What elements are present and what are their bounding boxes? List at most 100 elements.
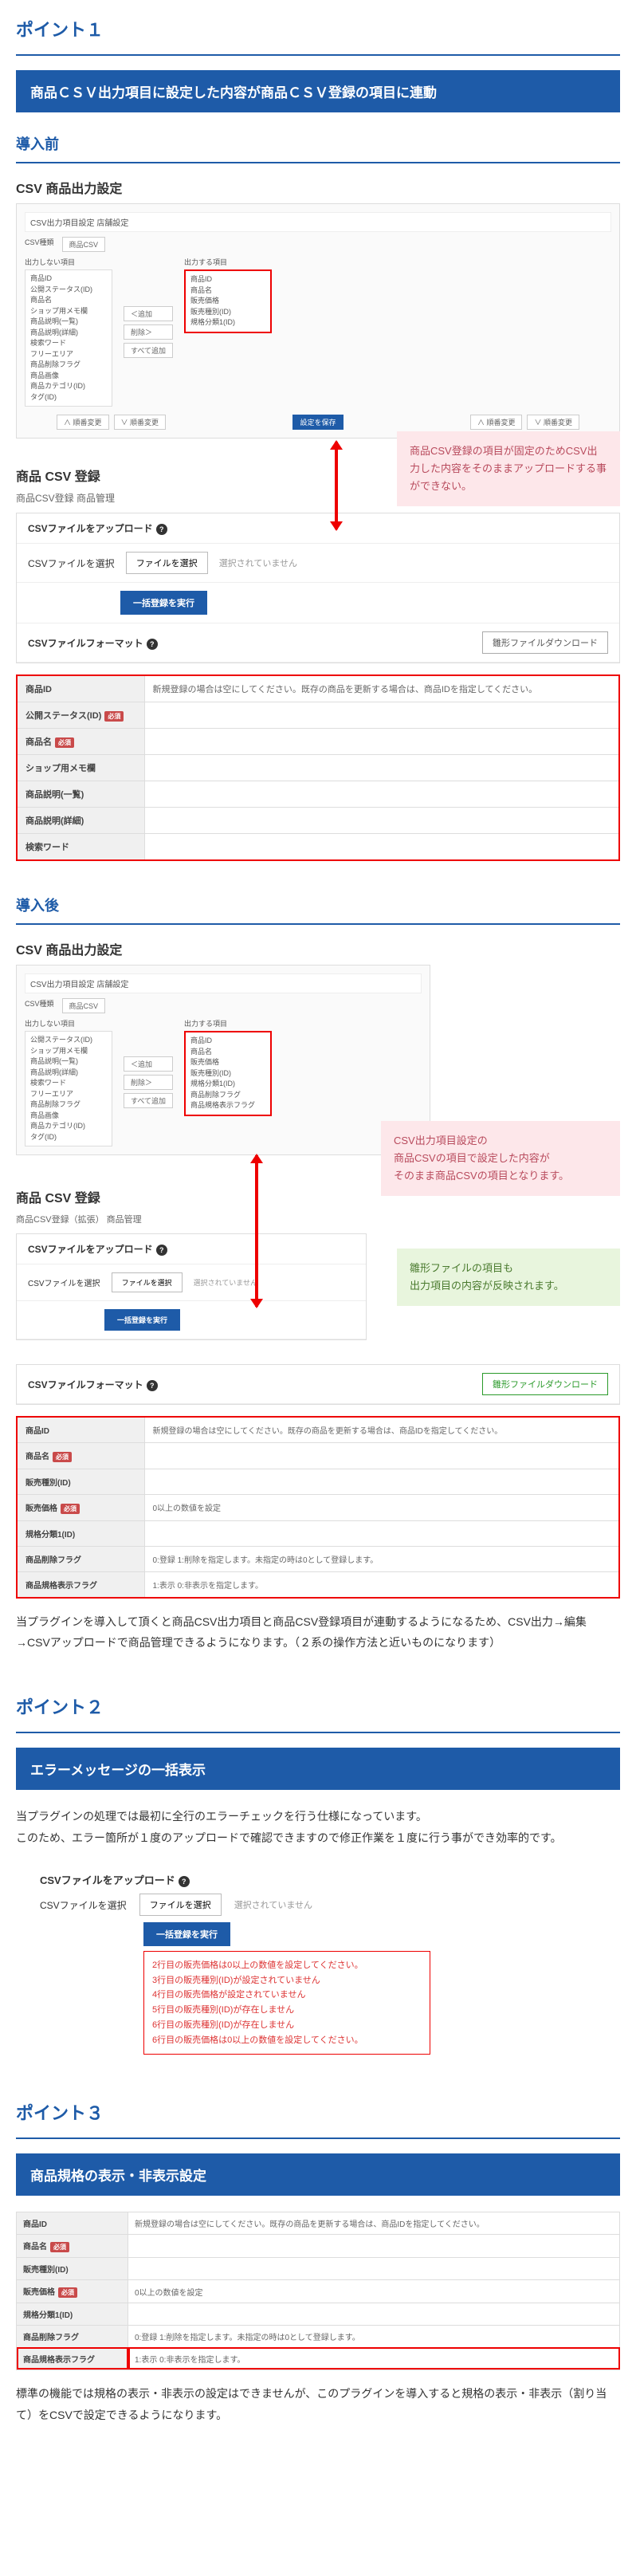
not-output-label: 出力しない項目 xyxy=(25,1018,112,1028)
delete-button[interactable]: 削除＞ xyxy=(124,324,173,340)
row-value: 新規登録の場合は空にしてください。既存の商品を更新する場合は、商品IDを指定して… xyxy=(144,1417,619,1443)
order-up-button[interactable]: ∧ 順番変更 xyxy=(470,415,523,430)
format-panel: CSVファイルフォーマット? 雛形ファイルダウンロード xyxy=(16,1364,620,1405)
add-button[interactable]: ＜追加 xyxy=(124,1056,173,1072)
help-icon[interactable]: ? xyxy=(147,1380,158,1391)
file-select-button[interactable]: ファイルを選択 xyxy=(112,1272,183,1292)
spec-table: 商品ID新規登録の場合は空にしてください。既存の商品を更新する場合は、商品IDを… xyxy=(16,2212,620,2370)
order-down-button[interactable]: ∨ 順番変更 xyxy=(114,415,167,430)
list-item[interactable]: 公開ステータス(ID) xyxy=(30,285,107,296)
list-item[interactable]: 商品ID xyxy=(190,274,265,285)
save-button[interactable]: 設定を保存 xyxy=(292,415,343,430)
row-header: 商品削除フラグ xyxy=(17,2325,128,2347)
list-item[interactable]: フリーエリア xyxy=(30,1089,107,1100)
table-row: 商品ID新規登録の場合は空にしてください。既存の商品を更新する場合は、商品IDを… xyxy=(17,1417,619,1443)
template-download-button[interactable]: 雛形ファイルダウンロード xyxy=(482,631,608,654)
list-item[interactable]: ショップ用メモ欄 xyxy=(30,306,107,317)
upload-label: CSVファイルをアップロード? xyxy=(16,1872,620,1887)
list-item[interactable]: 商品名 xyxy=(190,1047,265,1058)
row-value xyxy=(128,2235,620,2258)
list-item[interactable]: 公開ステータス(ID) xyxy=(30,1035,107,1046)
help-icon[interactable]: ? xyxy=(179,1876,190,1887)
file-select-label: CSVファイルを選択 xyxy=(28,556,115,570)
csv-output-panel: CSV出力項目設定 店舗設定 CSV種類 商品CSV 出力しない項目 公開ステー… xyxy=(16,965,430,1155)
list-item[interactable]: タグ(ID) xyxy=(30,1132,107,1143)
table-row: 商品名必須 xyxy=(17,2235,620,2258)
list-item[interactable]: 商品画像 xyxy=(30,1111,107,1122)
list-item[interactable]: 販売価格 xyxy=(190,296,265,307)
list-item[interactable]: 商品名 xyxy=(190,285,265,297)
list-item[interactable]: ショップ用メモ欄 xyxy=(30,1046,107,1057)
row-header: 販売種別(ID) xyxy=(17,1469,144,1494)
bulk-register-button[interactable]: 一括登録を実行 xyxy=(104,1309,180,1331)
csv-output-title: CSV 商品出力設定 xyxy=(16,939,620,958)
list-item[interactable]: 検索ワード xyxy=(30,338,107,349)
list-item[interactable]: 商品削除フラグ xyxy=(190,1090,265,1101)
list-item[interactable]: フリーエリア xyxy=(30,349,107,360)
row-header: 公開ステータス(ID)必須 xyxy=(17,702,144,729)
csv-kind-select[interactable]: 商品CSV xyxy=(62,237,106,252)
all-button[interactable]: すべて追加 xyxy=(124,343,173,358)
list-item[interactable]: 商品説明(一覧) xyxy=(30,317,107,328)
file-select-label: CSVファイルを選択 xyxy=(28,1276,100,1288)
order-up-button[interactable]: ∧ 順番変更 xyxy=(57,415,109,430)
help-icon[interactable]: ? xyxy=(147,639,158,650)
list-item[interactable]: 販売種別(ID) xyxy=(190,307,265,318)
table-row: 販売価格必須0以上の数値を設定 xyxy=(17,1494,619,1520)
table-row: 商品規格表示フラグ1:表示 0:非表示を指定します。 xyxy=(17,2347,620,2370)
list-item[interactable]: 商品規格表示フラグ xyxy=(190,1100,265,1111)
output-list[interactable]: 商品ID商品名販売価格販売種別(ID)規格分類1(ID) xyxy=(184,269,272,333)
list-item[interactable]: 規格分類1(ID) xyxy=(190,317,265,328)
all-button[interactable]: すべて追加 xyxy=(124,1093,173,1108)
row-value xyxy=(144,1443,619,1469)
row-header: 販売種別(ID) xyxy=(17,2258,128,2280)
row-header: 商品規格表示フラグ xyxy=(17,2347,128,2370)
row-header: 規格分類1(ID) xyxy=(17,1520,144,1546)
list-item[interactable]: 商品名 xyxy=(30,295,107,306)
list-item[interactable]: 商品削除フラグ xyxy=(30,360,107,371)
output-list[interactable]: 商品ID商品名販売価格販売種別(ID)規格分類1(ID)商品削除フラグ商品規格表… xyxy=(184,1031,272,1116)
list-item[interactable]: 商品画像 xyxy=(30,371,107,382)
before-heading: 導入前 xyxy=(16,128,620,163)
table-row: 商品説明(詳細) xyxy=(17,808,619,834)
list-item[interactable]: 販売価格 xyxy=(190,1057,265,1068)
list-item[interactable]: 商品削除フラグ xyxy=(30,1099,107,1111)
list-item[interactable]: 商品ID xyxy=(190,1036,265,1047)
file-status: 選択されていません xyxy=(194,1277,257,1288)
point1-body: 当プラグインを導入して頂くと商品CSV出力項目と商品CSV登録項目が連動するよう… xyxy=(16,1611,620,1654)
row-value xyxy=(144,702,619,729)
list-item[interactable]: 商品ID xyxy=(30,273,107,285)
list-item[interactable]: 商品カテゴリ(ID) xyxy=(30,381,107,392)
csv-kind-select[interactable]: 商品CSV xyxy=(62,998,106,1013)
add-button[interactable]: ＜追加 xyxy=(124,306,173,321)
format-table: 商品ID新規登録の場合は空にしてください。既存の商品を更新する場合は、商品IDを… xyxy=(16,674,620,861)
file-select-button[interactable]: ファイルを選択 xyxy=(139,1894,222,1916)
list-item[interactable]: 検索ワード xyxy=(30,1078,107,1089)
bulk-register-button[interactable]: 一括登録を実行 xyxy=(120,591,207,615)
before-bubble: 商品CSV登録の項目が固定のためCSV出力した内容をそのままアップロードする事が… xyxy=(397,431,620,506)
list-item[interactable]: 商品説明(詳細) xyxy=(30,1068,107,1079)
row-value xyxy=(144,755,619,781)
csv-register-panel: CSVファイルをアップロード? CSVファイルを選択 ファイルを選択 選択されて… xyxy=(16,513,620,663)
order-down-button[interactable]: ∨ 順番変更 xyxy=(527,415,579,430)
error-line: 6行目の販売種別(ID)が存在しません xyxy=(152,2018,422,2033)
row-value: 0:登録 1:削除を指定します。未指定の時は0として登録します。 xyxy=(128,2325,620,2347)
help-icon[interactable]: ? xyxy=(156,524,167,535)
not-output-list[interactable]: 商品ID公開ステータス(ID)商品名ショップ用メモ欄商品説明(一覧)商品説明(詳… xyxy=(25,269,112,407)
list-item[interactable]: 販売種別(ID) xyxy=(190,1068,265,1080)
list-item[interactable]: タグ(ID) xyxy=(30,392,107,403)
row-value: 新規登録の場合は空にしてください。既存の商品を更新する場合は、商品IDを指定して… xyxy=(128,2212,620,2235)
file-select-button[interactable]: ファイルを選択 xyxy=(126,552,208,574)
template-download-button[interactable]: 雛形ファイルダウンロード xyxy=(482,1373,608,1395)
row-value xyxy=(144,808,619,834)
delete-button[interactable]: 削除＞ xyxy=(124,1075,173,1090)
list-item[interactable]: 商品説明(詳細) xyxy=(30,328,107,339)
required-tag: 必須 xyxy=(50,2242,69,2252)
not-output-list[interactable]: 公開ステータス(ID)ショップ用メモ欄商品説明(一覧)商品説明(詳細)検索ワード… xyxy=(25,1031,112,1146)
arrow-icon xyxy=(255,1155,258,1307)
bulk-register-button[interactable]: 一括登録を実行 xyxy=(143,1922,230,1946)
list-item[interactable]: 商品カテゴリ(ID) xyxy=(30,1121,107,1132)
help-icon[interactable]: ? xyxy=(156,1245,167,1256)
list-item[interactable]: 規格分類1(ID) xyxy=(190,1079,265,1090)
list-item[interactable]: 商品説明(一覧) xyxy=(30,1056,107,1068)
